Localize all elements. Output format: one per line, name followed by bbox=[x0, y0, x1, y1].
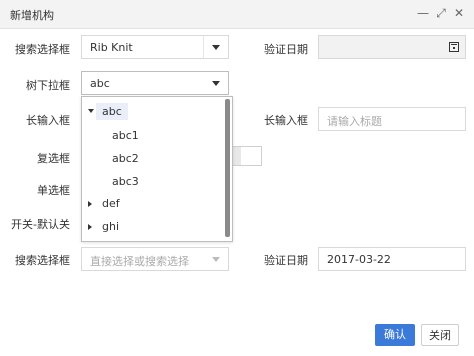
search-select-field-2[interactable]: 直接选择或搜索选择 bbox=[81, 247, 229, 271]
long-input-label: 长输入框 bbox=[26, 114, 70, 127]
radio-label: 单选框 bbox=[37, 184, 70, 197]
search-select-field[interactable]: Rib Knit bbox=[81, 35, 229, 59]
checkbox-label: 复选框 bbox=[37, 152, 70, 165]
search-select-label-2: 搜索选择框 bbox=[15, 254, 70, 267]
long-input-label-right: 长输入框 bbox=[264, 114, 308, 127]
close-icon[interactable]: ✕ bbox=[452, 6, 466, 20]
tree-node-ghi[interactable]: ghi bbox=[102, 220, 119, 233]
title-input[interactable]: 请输入标题 bbox=[318, 107, 466, 131]
tree-dropdown-panel: abc abc1 abc2 abc3 def ghi bbox=[81, 96, 233, 242]
verify-date-label: 验证日期 bbox=[264, 43, 308, 56]
search-select-label: 搜索选择框 bbox=[15, 43, 70, 56]
dropdown-caret-icon[interactable] bbox=[212, 81, 220, 86]
dropdown-button[interactable] bbox=[203, 36, 228, 58]
verify-date-field-2[interactable]: 2017-03-22 bbox=[318, 247, 466, 271]
dialog-titlebar: 新增机构 — ⤢ ✕ bbox=[0, 0, 474, 29]
confirm-button[interactable]: 确认 bbox=[375, 324, 415, 346]
verify-date-label-2: 验证日期 bbox=[264, 254, 308, 267]
dialog-title: 新增机构 bbox=[10, 9, 54, 22]
checkbox-control[interactable] bbox=[230, 146, 262, 166]
tree-node-abc3[interactable]: abc3 bbox=[112, 175, 139, 188]
tree-node-abc2[interactable]: abc2 bbox=[112, 152, 139, 165]
tree-expand-icon[interactable] bbox=[88, 224, 92, 230]
title-input-placeholder: 请输入标题 bbox=[327, 115, 382, 128]
tree-select-label: 树下拉框 bbox=[26, 79, 70, 92]
dropdown-caret-icon[interactable] bbox=[212, 257, 220, 262]
calendar-icon[interactable] bbox=[449, 42, 459, 52]
tree-collapse-icon[interactable] bbox=[88, 109, 94, 113]
dropdown-caret-icon bbox=[212, 45, 220, 50]
tree-node-def[interactable]: def bbox=[102, 197, 120, 210]
tree-expand-icon[interactable] bbox=[88, 201, 92, 207]
verify-date-value-2: 2017-03-22 bbox=[327, 253, 391, 266]
verify-date-field[interactable] bbox=[318, 35, 466, 59]
switch-label: 开关-默认关 bbox=[11, 218, 70, 231]
tree-scrollbar[interactable] bbox=[225, 99, 230, 237]
tree-node-abc1[interactable]: abc1 bbox=[112, 129, 139, 142]
maximize-icon[interactable]: ⤢ bbox=[434, 6, 448, 20]
tree-select-field[interactable]: abc bbox=[81, 71, 229, 95]
minimize-icon[interactable]: — bbox=[416, 6, 430, 20]
search-select-value: Rib Knit bbox=[90, 41, 133, 54]
tree-node-abc[interactable]: abc bbox=[96, 103, 128, 120]
close-button[interactable]: 关闭 bbox=[421, 324, 459, 346]
search-select-placeholder: 直接选择或搜索选择 bbox=[90, 255, 189, 268]
tree-select-value: abc bbox=[90, 77, 110, 90]
